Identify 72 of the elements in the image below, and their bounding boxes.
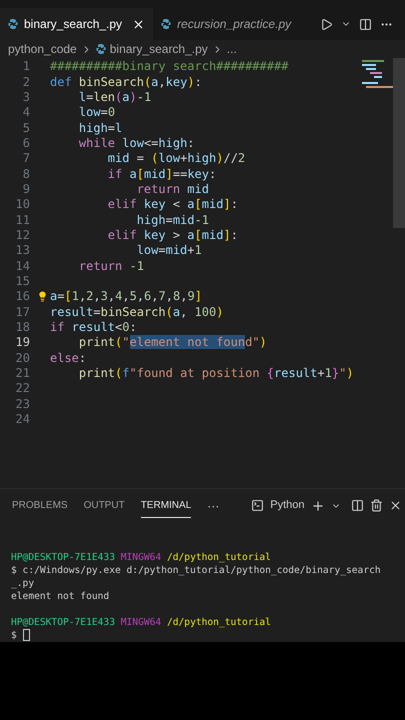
code-line: ##########binary search########## bbox=[50, 59, 288, 74]
line-number: 18 bbox=[14, 320, 30, 336]
terminal-line: $ c:/Windows/py.exe d:/python_tutorial/python_code/binary_search bbox=[11, 564, 381, 577]
code-line: low=0 bbox=[78, 105, 116, 120]
line-number: 19 bbox=[14, 335, 30, 350]
split-editor-icon[interactable] bbox=[359, 18, 372, 30]
line-number: 8 bbox=[22, 166, 30, 182]
terminal-line: HP@DESKTOP-7E1E433 MINGW64 /d/python_tutorial bbox=[11, 616, 271, 629]
line-number: 17 bbox=[14, 304, 30, 320]
terminal-line: _.py bbox=[11, 577, 34, 590]
code-line: while low<=high: bbox=[78, 136, 195, 151]
add-icon[interactable] bbox=[310, 498, 324, 512]
terminal-profile[interactable]: Python bbox=[270, 497, 304, 514]
line-number: 5 bbox=[22, 120, 30, 136]
code-line: l=len(a)-1 bbox=[78, 90, 152, 105]
code-line: high=mid-1 bbox=[136, 212, 209, 228]
code-line: print(f"found at position {result+1}") bbox=[78, 366, 354, 382]
line-number: 7 bbox=[22, 151, 30, 166]
line-number: 15 bbox=[14, 274, 30, 289]
line-number: 20 bbox=[14, 350, 30, 366]
split-terminal-icon[interactable] bbox=[350, 499, 364, 512]
code-line: if a[mid]==key: bbox=[106, 166, 216, 182]
code-line: print("element not found") bbox=[78, 335, 267, 350]
trash-icon[interactable] bbox=[370, 499, 382, 512]
line-number: 16 bbox=[14, 289, 30, 304]
code-line: low=mid+1 bbox=[136, 243, 202, 258]
panel-tab[interactable]: OUTPUT bbox=[84, 494, 125, 518]
code-line: if result<0: bbox=[50, 320, 137, 336]
more-tabs[interactable]: ··· bbox=[207, 496, 220, 514]
line-number: 21 bbox=[14, 366, 30, 382]
code-line: a=[1,2,3,4,5,6,7,8,9] bbox=[50, 289, 202, 304]
close-icon[interactable] bbox=[132, 18, 146, 30]
terminal-icon bbox=[251, 499, 264, 512]
line-number: 4 bbox=[22, 105, 30, 120]
line-number: 13 bbox=[14, 243, 30, 258]
line-number: 1 bbox=[22, 59, 30, 74]
panel-tab[interactable]: PROBLEMS bbox=[12, 494, 68, 518]
line-number: 6 bbox=[22, 136, 30, 151]
line-number: 14 bbox=[14, 258, 30, 274]
panel-tab[interactable]: TERMINAL bbox=[140, 494, 192, 518]
close-icon[interactable] bbox=[388, 499, 402, 512]
code-line: result=binSearch(a, 100) bbox=[50, 304, 224, 320]
code-line: return mid bbox=[136, 182, 209, 197]
breadcrumb-item[interactable]: python_code bbox=[8, 40, 77, 58]
terminal-line: HP@DESKTOP-7E1E433 MINGW64 /d/python_tutorial bbox=[11, 551, 271, 564]
line-number: 23 bbox=[14, 396, 30, 412]
line-number: 10 bbox=[14, 197, 30, 212]
code-line: high=l bbox=[78, 120, 122, 136]
terminal-line: element not found bbox=[11, 590, 110, 603]
line-number: 24 bbox=[14, 412, 30, 428]
scrollbar-thumb[interactable] bbox=[393, 58, 405, 228]
line-number: 12 bbox=[14, 228, 30, 243]
line-number: 22 bbox=[14, 381, 30, 396]
python-file-icon bbox=[161, 19, 172, 29]
breadcrumb-item[interactable]: ... bbox=[226, 40, 237, 58]
line-number: 11 bbox=[14, 212, 30, 228]
line-number: 9 bbox=[22, 182, 30, 197]
code-line: else: bbox=[50, 350, 86, 366]
terminal-line: $ bbox=[11, 629, 17, 642]
python-file-icon bbox=[8, 19, 18, 29]
line-number: 3 bbox=[22, 90, 30, 105]
run-icon[interactable] bbox=[320, 18, 333, 30]
code-line: def binSearch(a,key): bbox=[50, 74, 202, 90]
code-line: mid = (low+high)//2 bbox=[106, 151, 246, 166]
code-line: elif key > a[mid]: bbox=[106, 228, 238, 243]
code-line: return -1 bbox=[78, 258, 144, 274]
code-line: elif key < a[mid]: bbox=[106, 197, 238, 212]
lightbulb-icon[interactable] bbox=[37, 291, 48, 302]
python-file-icon bbox=[96, 44, 106, 54]
line-number: 2 bbox=[22, 74, 30, 90]
breadcrumb-item[interactable]: binary_search_.py bbox=[110, 40, 208, 58]
editor-tab[interactable]: binary_search_.py bbox=[0, 8, 154, 40]
